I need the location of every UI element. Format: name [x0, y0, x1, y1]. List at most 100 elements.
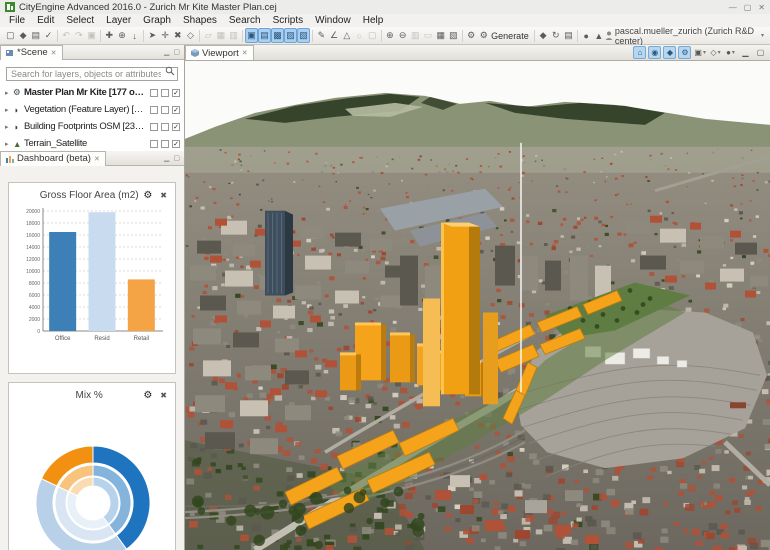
cleanup-icon[interactable]: ▧ — [447, 28, 460, 43]
apply-icon[interactable]: ✓ — [42, 28, 55, 43]
layer-row[interactable]: ▸◑ Building Footprints OSM [23389 objects… — [0, 118, 184, 135]
scene-tab-close-icon[interactable]: ✕ — [51, 49, 57, 57]
zoom-tool-icon[interactable]: ⊕ — [116, 28, 129, 43]
look-at-icon[interactable]: ◉ — [648, 46, 662, 59]
layer-visibility-checkbox[interactable] — [150, 88, 158, 97]
setback-icon[interactable]: ⊖ — [396, 28, 409, 43]
assign-rule-icon[interactable]: ⚙ — [465, 28, 478, 43]
expand-chevron-icon[interactable]: ▸ — [5, 89, 13, 97]
view-settings-icon[interactable]: ⚙ — [678, 46, 692, 59]
open-icon[interactable]: ◆ — [17, 28, 30, 43]
user-account-menu[interactable]: pascal.mueller_zurich (Zurich R&D center… — [605, 26, 766, 46]
viewport-3d-scene[interactable] — [185, 61, 770, 550]
view-settings-icon[interactable]: ▣ — [244, 28, 258, 43]
shaded-icon[interactable]: ▩ — [270, 28, 284, 43]
wireframe-icon[interactable]: ▤ — [257, 28, 271, 43]
menu-item-edit[interactable]: Edit — [31, 15, 60, 26]
shape-draw-icon[interactable]: △ — [340, 28, 353, 43]
layer-visibility-checkbox[interactable] — [161, 88, 169, 97]
bookmarks-icon[interactable]: ▣ ▾ — [693, 46, 707, 59]
layer-search-input[interactable] — [6, 67, 178, 81]
add-select-icon[interactable]: ✛ — [159, 28, 172, 43]
minimize-window-icon[interactable]: — — [729, 3, 737, 12]
log-icon[interactable]: ▲ — [593, 28, 606, 43]
tab-viewport[interactable]: Viewport ✕ — [185, 45, 254, 60]
reports-icon[interactable]: ▤ — [562, 28, 575, 43]
menu-item-help[interactable]: Help — [357, 15, 390, 26]
expand-chevron-icon[interactable]: ▸ — [5, 123, 13, 131]
snap-icon[interactable]: ▱ — [202, 28, 215, 43]
gfa-card-close-icon[interactable]: ✖ — [160, 191, 167, 200]
generate-icon[interactable]: ⚙ — [477, 28, 490, 43]
layer-row[interactable]: ▸ ▲ Terrain_Satellite ✓ — [0, 135, 184, 151]
layer-visibility-checkbox[interactable] — [150, 105, 158, 114]
tab-dashboard[interactable]: Dashboard (beta) ✕ — [0, 150, 106, 166]
layer-visibility-checkbox[interactable] — [150, 139, 158, 148]
scene-panel-maximize-icon[interactable]: ▢ — [173, 48, 180, 56]
menu-item-shapes[interactable]: Shapes — [177, 15, 223, 26]
isometric-view-icon[interactable]: ◆ — [663, 46, 677, 59]
minimize-panel-icon[interactable]: ▁ — [739, 46, 752, 59]
layer-visibility-checkbox[interactable] — [150, 122, 158, 131]
console-icon[interactable]: ● — [580, 28, 593, 43]
circle-draw-icon[interactable]: ○ — [353, 28, 366, 43]
menu-item-select[interactable]: Select — [60, 15, 100, 26]
layer-visibility-checkbox-checked[interactable]: ✓ — [172, 122, 180, 131]
viewport-tab-close-icon[interactable]: ✕ — [242, 49, 248, 57]
close-window-icon[interactable]: ✕ — [758, 3, 765, 12]
maximize-panel-icon[interactable]: ▢ — [754, 46, 767, 59]
menu-item-layer[interactable]: Layer — [100, 15, 137, 26]
layer-row[interactable]: ▸◑ Vegetation (Feature Layer) [1976 objec… — [0, 101, 184, 118]
texture-shape-icon[interactable]: ▦ — [434, 28, 447, 43]
split-icon[interactable]: ▥ — [409, 28, 422, 43]
camera-icon[interactable]: ◇ ▾ — [709, 46, 722, 59]
menu-item-file[interactable]: File — [3, 15, 31, 26]
polyline-draw-icon[interactable]: ∠ — [328, 28, 341, 43]
dashboard-panel-minimize-icon[interactable]: ▁ — [164, 154, 169, 162]
generate-button-label[interactable]: Generate — [490, 31, 532, 41]
frame-view-icon[interactable]: ⌂ — [633, 46, 647, 59]
deselect-icon[interactable]: ✖ — [171, 28, 184, 43]
gfa-card-settings-icon[interactable]: ⚙ — [143, 190, 152, 201]
offset-icon[interactable]: ⊕ — [384, 28, 397, 43]
guides-icon[interactable]: ▥ — [227, 28, 240, 43]
maximize-window-icon[interactable]: ▢ — [744, 3, 752, 12]
save-icon[interactable]: ▤ — [29, 28, 42, 43]
expand-chevron-icon[interactable]: ▸ — [5, 140, 13, 148]
menu-item-scripts[interactable]: Scripts — [267, 15, 310, 26]
layer-visibility-checkbox-checked[interactable]: ✓ — [172, 139, 180, 148]
expand-chevron-icon[interactable]: ▸ — [5, 106, 13, 114]
move-tool-icon[interactable]: ✚ — [103, 28, 116, 43]
tab-scene[interactable]: *Scene ✕ — [0, 44, 63, 60]
measure-icon[interactable]: ▭ — [422, 28, 435, 43]
stop-generation-icon[interactable]: ◆ — [537, 28, 550, 43]
layer-visibility-checkbox-checked[interactable]: ✓ — [172, 88, 180, 97]
layer-visibility-checkbox[interactable] — [161, 105, 169, 114]
layer-visibility-checkbox[interactable] — [161, 122, 169, 131]
textured-icon[interactable]: ▨ — [284, 28, 298, 43]
menu-item-search[interactable]: Search — [223, 15, 267, 26]
menu-item-window[interactable]: Window — [309, 15, 357, 26]
grid-icon[interactable]: ▦ — [215, 28, 228, 43]
freehand-icon[interactable]: ▢ — [366, 28, 379, 43]
layer-visibility-checkbox[interactable] — [161, 139, 169, 148]
new-scene-icon[interactable]: ▢ — [4, 28, 17, 43]
undo-icon[interactable]: ↶ — [60, 28, 73, 43]
mix-card-close-icon[interactable]: ✖ — [160, 391, 167, 400]
layer-visibility-checkbox-checked[interactable]: ✓ — [172, 105, 180, 114]
dashboard-tab-close-icon[interactable]: ✕ — [94, 155, 100, 163]
render-mode-icon[interactable]: ● ▾ — [724, 46, 737, 59]
lasso-icon[interactable]: ◇ — [184, 28, 197, 43]
info-display-icon[interactable]: ▧ — [297, 28, 311, 43]
mix-card-settings-icon[interactable]: ⚙ — [143, 390, 152, 401]
layer-row[interactable]: ▸⚙Master Plan Mr Kite [177 objects, 1 se… — [0, 84, 184, 101]
menu-item-graph[interactable]: Graph — [137, 15, 177, 26]
update-seed-icon[interactable]: ↻ — [549, 28, 562, 43]
redo-icon[interactable]: ↷ — [73, 28, 86, 43]
select-tool-icon[interactable]: ➤ — [146, 28, 159, 43]
dashboard-panel-maximize-icon[interactable]: ▢ — [173, 154, 180, 162]
copy-icon[interactable]: ▣ — [85, 28, 98, 43]
polygon-draw-icon[interactable]: ✎ — [315, 28, 328, 43]
scene-panel-minimize-icon[interactable]: ▁ — [164, 48, 169, 56]
align-terrain-icon[interactable]: ↓ — [128, 28, 141, 43]
